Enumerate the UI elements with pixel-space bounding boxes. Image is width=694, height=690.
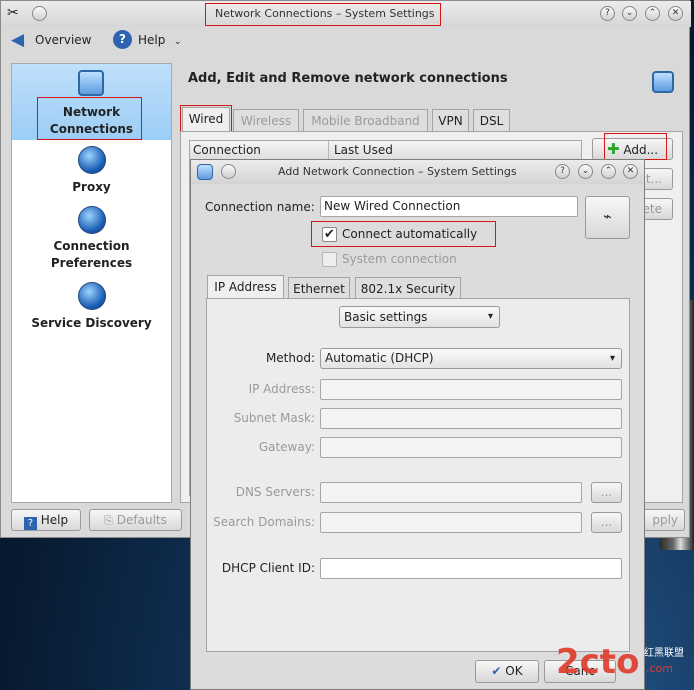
sidebar-item-label: Connection Preferences bbox=[50, 239, 133, 270]
watermark-logo: 2cto .com 红黑联盟 bbox=[556, 640, 690, 688]
dns-servers-label: DNS Servers: bbox=[235, 485, 315, 499]
proxy-globe-icon bbox=[78, 146, 106, 174]
dialog-minimize-button[interactable]: ⌄ bbox=[578, 164, 593, 179]
help-book-icon: ? bbox=[23, 517, 37, 530]
search-domains-edit-button[interactable]: ... bbox=[591, 512, 622, 533]
system-connection-checkbox[interactable]: System connection bbox=[320, 250, 500, 270]
dialog-titlebar[interactable]: Add Network Connection – System Settings… bbox=[191, 160, 644, 184]
help-icon: ? bbox=[113, 30, 132, 49]
sidebar-item-connection-preferences[interactable]: Connection Preferences bbox=[12, 204, 171, 272]
watermark-cn-text: 红黑联盟 bbox=[644, 648, 684, 659]
dialog-close-button[interactable]: ✕ bbox=[623, 164, 638, 179]
tools-icon[interactable]: ✂ bbox=[7, 5, 19, 21]
minimize-button[interactable]: ⌄ bbox=[622, 6, 637, 21]
gateway-input[interactable] bbox=[320, 437, 622, 458]
sidebar-item-label: Service Discovery bbox=[31, 316, 152, 330]
tab-wireless[interactable]: Wireless bbox=[233, 109, 299, 131]
subnet-mask-label: Subnet Mask: bbox=[233, 411, 315, 425]
dns-servers-input[interactable] bbox=[320, 482, 582, 503]
annotation-sidebar-box bbox=[37, 97, 142, 140]
system-connection-label: System connection bbox=[342, 252, 457, 266]
close-button[interactable]: ✕ bbox=[668, 6, 683, 21]
sidebar-item-label: Proxy bbox=[72, 180, 111, 194]
network-manager-logo-icon bbox=[652, 71, 674, 93]
connection-name-label: Connection name: bbox=[205, 200, 315, 214]
help-menu-button[interactable]: ? Help ⌄ bbox=[113, 30, 187, 52]
column-divider bbox=[328, 141, 329, 160]
watermark-main-text: 2cto bbox=[556, 642, 640, 682]
chevron-down-icon: ⌄ bbox=[174, 37, 182, 47]
defaults-button[interactable]: ⎘ Defaults bbox=[89, 509, 182, 531]
help-title-button[interactable]: ? bbox=[600, 6, 615, 21]
dhcp-client-id-label: DHCP Client ID: bbox=[221, 561, 315, 575]
method-value: Automatic (DHCP) bbox=[325, 351, 434, 365]
tab-vpn[interactable]: VPN bbox=[432, 109, 469, 131]
main-titlebar[interactable]: ✂ Network Connections – System Settings … bbox=[1, 1, 691, 27]
settings-mode-value: Basic settings bbox=[344, 310, 428, 324]
apply-button[interactable]: pply bbox=[641, 509, 685, 531]
back-arrow-icon: ◀ bbox=[11, 30, 25, 50]
tab-mobile-broadband[interactable]: Mobile Broadband bbox=[303, 109, 428, 131]
ip-address-input[interactable] bbox=[320, 379, 622, 400]
settings-mode-select[interactable]: Basic settings ▾ bbox=[339, 306, 500, 328]
sidebar-item-proxy[interactable]: Proxy bbox=[12, 144, 171, 194]
tab-dsl[interactable]: DSL bbox=[473, 109, 510, 131]
gateway-label: Gateway: bbox=[258, 440, 315, 454]
window-menu-button[interactable] bbox=[32, 6, 47, 21]
tab-ip-address[interactable]: IP Address bbox=[207, 275, 284, 299]
dialog-help-button[interactable]: ? bbox=[555, 164, 570, 179]
column-header-connection[interactable]: Connection bbox=[193, 143, 261, 157]
annotation-add-box bbox=[604, 133, 667, 160]
defaults-icon: ⎘ bbox=[104, 514, 113, 527]
footer-help-button[interactable]: ? Help bbox=[11, 509, 81, 531]
chevron-down-icon: ▾ bbox=[609, 353, 615, 364]
dhcp-client-id-input[interactable] bbox=[320, 558, 622, 579]
plug-icon: ⌁ bbox=[603, 209, 612, 225]
help-label: Help bbox=[138, 33, 166, 47]
ok-label: OK bbox=[505, 664, 523, 678]
overview-button[interactable]: ◀ Overview bbox=[9, 30, 95, 52]
dialog-app-icon bbox=[197, 164, 213, 180]
subnet-mask-input[interactable] bbox=[320, 408, 622, 429]
dialog-menu-button[interactable] bbox=[221, 164, 236, 179]
connection-icon-button[interactable]: ⌁ bbox=[585, 196, 630, 239]
defaults-label: Defaults bbox=[116, 513, 167, 527]
unchecked-box-icon bbox=[322, 252, 337, 267]
footer-help-label: Help bbox=[40, 513, 69, 527]
method-label: Method: bbox=[265, 351, 315, 365]
chevron-down-icon: ▾ bbox=[487, 311, 493, 322]
dns-servers-edit-button[interactable]: ... bbox=[591, 482, 622, 503]
maximize-button[interactable]: ⌃ bbox=[645, 6, 660, 21]
ok-button[interactable]: ✔ OK bbox=[475, 660, 539, 683]
tab-8021x-security[interactable]: 802.1x Security bbox=[355, 277, 461, 299]
sidebar: Network Connections Proxy Connection Pre… bbox=[11, 63, 172, 503]
method-select[interactable]: Automatic (DHCP) ▾ bbox=[320, 348, 622, 369]
sidebar-item-service-discovery[interactable]: Service Discovery bbox=[12, 280, 171, 330]
search-domains-label: Search Domains: bbox=[213, 515, 315, 529]
annotation-connect-auto-box bbox=[311, 221, 496, 247]
service-discovery-globe-icon bbox=[78, 282, 106, 310]
search-domains-input[interactable] bbox=[320, 512, 582, 533]
dialog-maximize-button[interactable]: ⌃ bbox=[601, 164, 616, 179]
ok-check-icon: ✔ bbox=[491, 664, 502, 678]
column-header-last-used[interactable]: Last Used bbox=[334, 143, 393, 157]
watermark-sub-text: .com bbox=[646, 662, 673, 675]
tab-ethernet[interactable]: Ethernet bbox=[288, 277, 350, 299]
network-manager-icon bbox=[78, 70, 104, 96]
dialog-title: Add Network Connection – System Settings bbox=[278, 165, 517, 178]
connection-name-input[interactable]: New Wired Connection bbox=[320, 196, 578, 217]
main-window-title: Network Connections – System Settings bbox=[215, 7, 435, 20]
table-header: Connection Last Used bbox=[190, 141, 581, 161]
ip-address-label: IP Address: bbox=[248, 382, 315, 396]
add-connection-dialog: Add Network Connection – System Settings… bbox=[190, 159, 645, 690]
overview-label: Overview bbox=[35, 33, 92, 47]
page-heading: Add, Edit and Remove network connections bbox=[188, 71, 508, 86]
preferences-globe-icon bbox=[78, 206, 106, 234]
